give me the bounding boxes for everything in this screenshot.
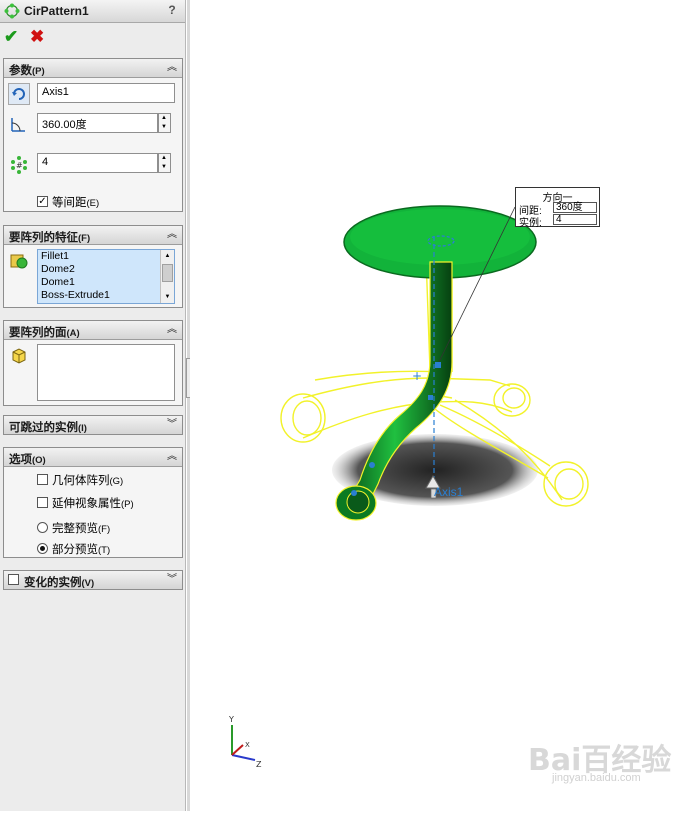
instances-field[interactable]: 4 [37, 153, 159, 173]
faces-listbox[interactable] [37, 344, 175, 401]
skip-group-header[interactable]: 可跳过的实例(I) ︾ [4, 416, 182, 434]
help-button[interactable]: ? [165, 3, 179, 17]
features-listbox[interactable]: Fillet1 Dome2 Dome1 Boss-Extrude1 ▲ ▼ [37, 249, 175, 304]
collapse-up-icon[interactable]: ︽ [166, 228, 178, 241]
instances-spinner[interactable]: ▲ ▼ [157, 153, 171, 173]
angle-icon [11, 118, 25, 132]
face-icon [12, 348, 26, 364]
svg-text:#: # [16, 161, 23, 170]
options-header-key: (O) [32, 455, 46, 466]
parameters-group: 参数(P) ︽ Axis1 360.00度 ▲ ▼ # 4 ▲ ▼ ✓ 等间距(E) [3, 58, 183, 212]
axis-label[interactable]: Axis1 [434, 485, 463, 499]
triad-y-label: Y [228, 715, 234, 724]
instances-to-skip-group: 可跳过的实例(I) ︾ [3, 415, 183, 435]
title-bar: CirPattern1 ? [0, 0, 185, 23]
expand-down-icon[interactable]: ︾ [166, 573, 178, 586]
callout-instances-value[interactable]: 4 [553, 214, 597, 225]
skip-header: 可跳过的实例 [9, 422, 78, 434]
equal-spacing-label: 等间距 [52, 197, 87, 209]
collapse-up-icon[interactable]: ︽ [166, 61, 178, 74]
svg-text:+: + [412, 369, 422, 383]
propagate-visual-checkbox[interactable] [37, 497, 48, 508]
geometry-pattern-checkbox[interactable] [37, 474, 48, 485]
coordinate-triad: Y Z X [228, 715, 262, 769]
cancel-button[interactable]: ✖ [30, 28, 48, 46]
partial-preview-key: (T) [98, 545, 111, 556]
varied-instances-group: 变化的实例(V) ︾ [3, 570, 183, 590]
faces-to-pattern-group: 要阵列的面(A) ︽ [3, 320, 183, 406]
axis-field[interactable]: Axis1 [37, 83, 175, 103]
collapse-up-icon[interactable]: ︽ [166, 323, 178, 336]
skip-header-key: (I) [78, 423, 87, 434]
propagate-visual-label: 延伸视象属性 [52, 498, 121, 510]
features-to-pattern-group: 要阵列的特征(F) ︽ Fillet1 Dome2 Dome1 Boss-Ext… [3, 225, 183, 308]
list-item[interactable]: Dome1 [38, 276, 174, 289]
list-item[interactable]: Dome2 [38, 263, 174, 276]
expand-down-icon[interactable]: ︾ [166, 418, 178, 431]
parameters-header-key: (P) [32, 66, 45, 77]
varied-instances-checkbox[interactable] [8, 574, 19, 585]
varied-header: 变化的实例 [24, 577, 82, 589]
scroll-up-icon[interactable]: ▲ [161, 250, 174, 262]
propagate-visual-key: (P) [121, 499, 134, 510]
options-group-header[interactable]: 选项(O) ︽ [4, 448, 182, 467]
faces-header-key: (A) [66, 328, 80, 339]
features-scrollbar[interactable]: ▲ ▼ [160, 250, 174, 303]
full-preview-radio[interactable] [37, 522, 48, 533]
features-group-header[interactable]: 要阵列的特征(F) ︽ [4, 226, 182, 245]
faces-header: 要阵列的面 [9, 327, 67, 339]
partial-preview-radio[interactable] [37, 543, 48, 554]
collapse-up-icon[interactable]: ︽ [166, 450, 178, 463]
full-preview-label: 完整预览 [52, 523, 98, 535]
triad-x-label: X [245, 741, 250, 749]
features-header-key: (F) [78, 233, 91, 244]
varied-header-key: (V) [81, 578, 95, 589]
graphics-viewport[interactable]: + Y Z X Axis1 方向一 间距: 360度 实例: 4 Bai百经验 … [190, 0, 690, 811]
triad-z-label: Z [256, 760, 262, 769]
ok-button[interactable]: ✔ [4, 28, 22, 46]
full-preview-key: (F) [98, 524, 111, 535]
equal-spacing-key: (E) [86, 198, 100, 209]
reverse-direction-icon[interactable] [8, 83, 30, 105]
varied-group-header[interactable]: 变化的实例(V) ︾ [4, 571, 182, 589]
options-header: 选项 [9, 454, 32, 466]
watermark-url: jingyan.baidu.com [552, 772, 641, 784]
list-item[interactable]: Boss-Extrude1 [38, 289, 174, 302]
features-icon [10, 254, 28, 269]
pattern-callout: 方向一 间距: 360度 实例: 4 [515, 187, 600, 229]
angle-field[interactable]: 360.00度 [37, 113, 159, 133]
callout-spacing-value[interactable]: 360度 [553, 202, 597, 213]
angle-spinner[interactable]: ▲ ▼ [157, 113, 171, 133]
circular-pattern-icon [4, 3, 20, 19]
geometry-pattern-label: 几何体阵列 [52, 475, 110, 487]
scroll-thumb[interactable] [162, 264, 173, 282]
scroll-down-icon[interactable]: ▼ [161, 291, 174, 303]
equal-spacing-checkbox[interactable]: ✓ [37, 196, 48, 207]
features-header: 要阵列的特征 [9, 232, 78, 244]
instances-icon: # [11, 156, 27, 174]
geometry-pattern-key: (G) [109, 476, 124, 487]
faces-group-header[interactable]: 要阵列的面(A) ︽ [4, 321, 182, 340]
options-group: 选项(O) ︽ 几何体阵列(G) 延伸视象属性(P) 完整预览(F) 部分预览(… [3, 447, 183, 558]
parameters-header: 参数 [9, 65, 32, 77]
callout-instances-label: 实例: [519, 218, 542, 229]
parameters-group-header[interactable]: 参数(P) ︽ [4, 59, 182, 78]
list-item[interactable]: Fillet1 [38, 250, 174, 263]
model-view: + Y Z X [228, 205, 589, 769]
property-manager-panel: CirPattern1 ? ✔ ✖ 参数(P) ︽ Axis1 360.00度 … [0, 0, 186, 811]
partial-preview-label: 部分预览 [52, 544, 98, 556]
feature-title: CirPattern1 [24, 4, 89, 18]
